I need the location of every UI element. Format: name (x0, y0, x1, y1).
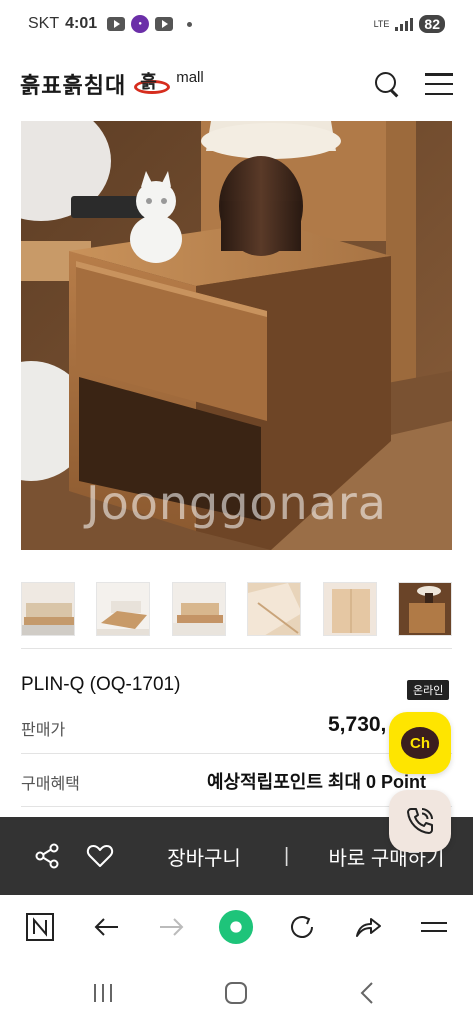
logo-suffix: mall (176, 68, 204, 86)
thumbnail-6[interactable] (397, 582, 452, 636)
benefit-value: 예상적립포인트 최대 0 Point (207, 772, 427, 792)
wood-detail-thumb-icon (248, 583, 301, 635)
video-notification-icon (155, 17, 174, 31)
thumbnail-1[interactable] (21, 582, 75, 636)
kakao-chat-icon: Ch (401, 727, 439, 759)
product-main-image[interactable]: Joonggonara (21, 121, 452, 550)
action-separator: | (284, 845, 290, 867)
network-type: LTE (373, 18, 390, 29)
system-nav-bar (0, 961, 473, 1024)
thumbnail-4[interactable] (247, 582, 302, 636)
kakao-channel-button[interactable]: Ch (389, 712, 451, 774)
browser-toolbar (0, 895, 473, 961)
row-divider (21, 806, 452, 807)
bed-frame-thumb-icon (172, 583, 225, 635)
browser-menu-icon[interactable] (416, 909, 452, 945)
carrier-label: SKT (28, 15, 60, 32)
price-value: 5,730, (328, 713, 387, 736)
hamburger-menu-icon[interactable] (425, 73, 453, 95)
thumbnail-2[interactable] (96, 582, 151, 636)
status-bar: SKT 4:01 ● LTE 82 (0, 0, 473, 48)
share-forward-icon[interactable] (350, 909, 386, 945)
thumbnail-3[interactable] (171, 582, 226, 636)
clock: 4:01 (65, 15, 98, 32)
benefit-label: 구매혜택 (21, 776, 80, 793)
call-button[interactable] (389, 790, 451, 852)
site-header: 흙표흙침대 흙 mall (0, 52, 473, 116)
online-badge: 온라인 (407, 680, 450, 700)
back-arrow-icon[interactable] (88, 909, 124, 945)
bedroom-thumb-icon (22, 583, 74, 635)
logo-mark-icon: 흙 (132, 70, 171, 98)
section-divider (21, 648, 452, 649)
add-to-cart-button[interactable]: 장바구니 (140, 817, 268, 895)
recent-apps-icon[interactable] (88, 979, 118, 1007)
row-divider (21, 753, 452, 754)
youtube-notification-icon (107, 17, 126, 31)
header-actions (373, 70, 453, 98)
search-icon[interactable] (373, 70, 401, 98)
whale-green-dot-icon[interactable] (218, 909, 254, 945)
price-label: 판매가 (21, 722, 66, 739)
thumbnail-strip (21, 582, 452, 636)
share-icon[interactable] (33, 842, 61, 870)
app-notification-icon: ● (131, 15, 150, 33)
back-nav-icon[interactable] (353, 979, 383, 1007)
thumbnail-5[interactable] (322, 582, 377, 636)
logo-text: 흙표흙침대 (20, 73, 127, 98)
reload-icon[interactable] (284, 909, 320, 945)
status-right: LTE 82 (374, 15, 445, 33)
forward-arrow-icon (154, 909, 190, 945)
signal-icon (395, 17, 414, 31)
logo-glyph: 흙 (140, 72, 157, 92)
site-logo[interactable]: 흙표흙침대 흙 mall (20, 68, 204, 100)
battery-indicator: 82 (419, 15, 445, 33)
bed-thumb-icon (97, 583, 150, 635)
phone-call-icon (407, 808, 433, 834)
status-left: SKT 4:01 ● (28, 15, 193, 33)
watermark-text: Joonggonara (86, 476, 387, 530)
cabinet-thumb-icon (323, 583, 376, 635)
wishlist-heart-icon[interactable] (86, 842, 114, 870)
naver-home-icon[interactable] (22, 909, 58, 945)
nightstand-thumb-icon (398, 583, 451, 635)
home-icon[interactable] (221, 979, 251, 1007)
more-notifications-icon (187, 21, 193, 27)
product-title: PLIN-Q (OQ-1701) (21, 674, 181, 695)
